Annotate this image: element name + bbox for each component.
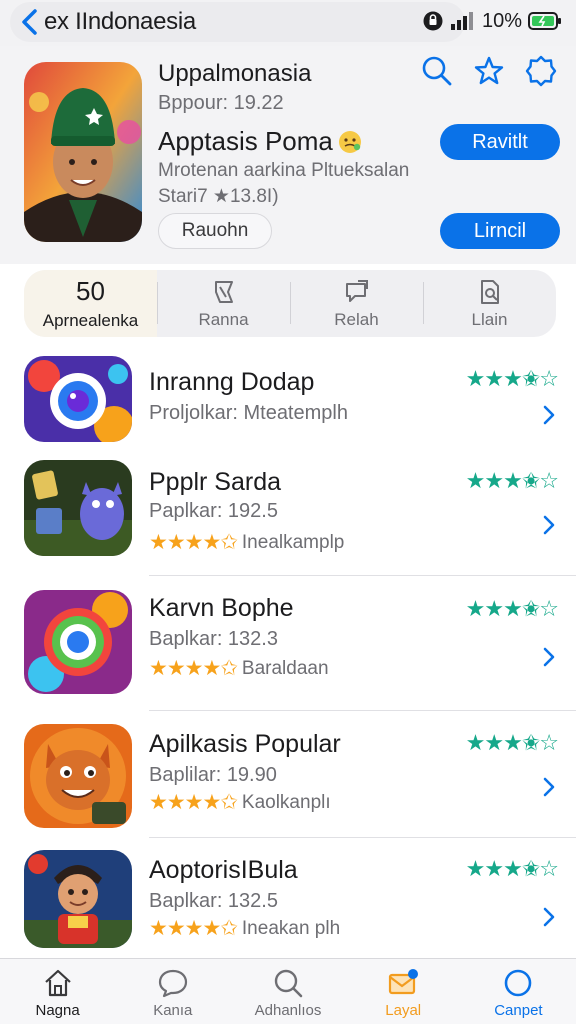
featured-app-image[interactable] [24, 62, 142, 242]
chevron-right-icon[interactable] [542, 906, 556, 928]
nav-title: ex IIndonaesia [44, 8, 196, 35]
search-icon[interactable] [420, 54, 454, 88]
rating-stars: ★★★★✩ [149, 531, 238, 554]
segment-label: Ranna [198, 309, 249, 329]
share-icon [345, 279, 368, 302]
rating-stars: ★★★★✩ [149, 791, 238, 814]
mail-icon [389, 969, 419, 995]
chevron-right-icon[interactable] [542, 646, 556, 668]
tab-home[interactable]: Nagna [0, 959, 115, 1024]
app-title: AoptorisIBula [149, 856, 298, 884]
chevron-right-icon[interactable] [542, 514, 556, 536]
segment-2[interactable]: Ranna [157, 270, 290, 337]
segment-count: 50 [76, 276, 105, 306]
app-icon [24, 460, 132, 556]
segment-label: Relah [334, 309, 379, 329]
info-segment-bar: 50 Aprnealenka Ranna Relah Llain [24, 270, 556, 337]
divider [149, 575, 576, 576]
featured-app-name: Uppalmonasia [158, 60, 312, 87]
battery-icon [528, 12, 561, 30]
tab-label: Adhanlıos [254, 1002, 322, 1019]
tab-label: Kanıa [153, 1002, 193, 1019]
featured-app-subtitle: Bppour: 19.22 [158, 92, 284, 114]
app-subtitle: Baplilar: 19.90 [149, 764, 277, 786]
document-search-icon [480, 279, 499, 304]
app-rating-text: Baraldaan [241, 657, 329, 679]
app-subtitle: Proljolkar: Mteatemplh [149, 402, 348, 424]
rating-stars: ★★★✬☆ [465, 468, 559, 493]
app-rating-text: Ineakan plh [241, 917, 341, 939]
signal-icon [450, 12, 473, 30]
segment-ratings[interactable]: 50 Aprnealenka [24, 270, 157, 337]
segment-label: Llain [471, 309, 508, 329]
app-icon [24, 850, 132, 948]
chevron-left-icon[interactable] [18, 8, 42, 36]
segment-4[interactable]: Llain [423, 270, 556, 337]
segment-3[interactable]: Relah [290, 270, 423, 337]
rating-stars: ★★★★✩ [149, 917, 238, 940]
segment-label: Aprnealenka [42, 311, 139, 330]
tab-account[interactable]: Canpet [461, 959, 576, 1024]
featured-app-rating: Stari7 ★13.8I) [158, 186, 279, 207]
tab-search[interactable]: Adhanlıos [230, 959, 345, 1024]
app-icon [24, 356, 132, 442]
badge-icon[interactable] [524, 54, 558, 88]
star-icon[interactable] [472, 54, 506, 88]
rating-stars: ★★★✬☆ [465, 366, 559, 391]
battery-percent: 10% [481, 9, 522, 32]
tab-label: Canpet [494, 1002, 543, 1019]
divider [149, 837, 576, 838]
chat-icon [158, 969, 187, 998]
featured-app-title: Apptasis Poma [158, 126, 333, 156]
app-subtitle: Baplkar: 132.3 [149, 628, 278, 650]
get-button[interactable]: Ravitlt [440, 124, 560, 160]
app-title: Apilkasis Popular [149, 730, 341, 758]
circle-icon [505, 969, 532, 997]
tab-bar: Nagna Kanıa Adhanlıos Layal Canpet [0, 958, 576, 1024]
rating-stars: ★★★★✩ [149, 657, 238, 680]
app-subtitle: Paplkar: 192.5 [149, 500, 278, 522]
app-title: Karvn Bophe [149, 594, 294, 622]
tab-label: Layal [385, 1002, 422, 1019]
featured-app-description: Mrotenan aarkina Pltueksalan [158, 160, 410, 181]
search-icon [274, 969, 303, 998]
divider [149, 710, 576, 711]
app-title: Ppplr Sarda [149, 468, 282, 496]
app-icon [24, 590, 132, 694]
open-button[interactable]: Lirncil [440, 213, 560, 249]
orientation-lock-icon [423, 11, 443, 31]
tab-chat[interactable]: Kanıa [115, 959, 230, 1024]
emoji-icon [338, 130, 361, 153]
app-title: Inranng Dodap [149, 368, 315, 396]
app-subtitle: Baplkar: 132.5 [149, 890, 278, 912]
rating-stars: ★★★✬☆ [465, 596, 559, 621]
secondary-button[interactable]: Rauohn [158, 213, 272, 249]
rating-stars: ★★★✬☆ [465, 730, 559, 755]
app-rating-text: Inealkamplp [241, 531, 345, 553]
rating-stars: ★★★✬☆ [465, 856, 559, 881]
chevron-right-icon[interactable] [542, 776, 556, 798]
chevron-right-icon[interactable] [542, 404, 556, 426]
app-rating-text: Kaolkanplı [241, 791, 331, 813]
status-bar: ex IIndonaesia 10% [0, 0, 576, 46]
edit-icon [214, 280, 233, 303]
tab-label: Nagna [35, 1002, 80, 1019]
tab-mail[interactable]: Layal [346, 959, 461, 1024]
app-icon [24, 724, 132, 828]
home-icon [44, 969, 71, 997]
